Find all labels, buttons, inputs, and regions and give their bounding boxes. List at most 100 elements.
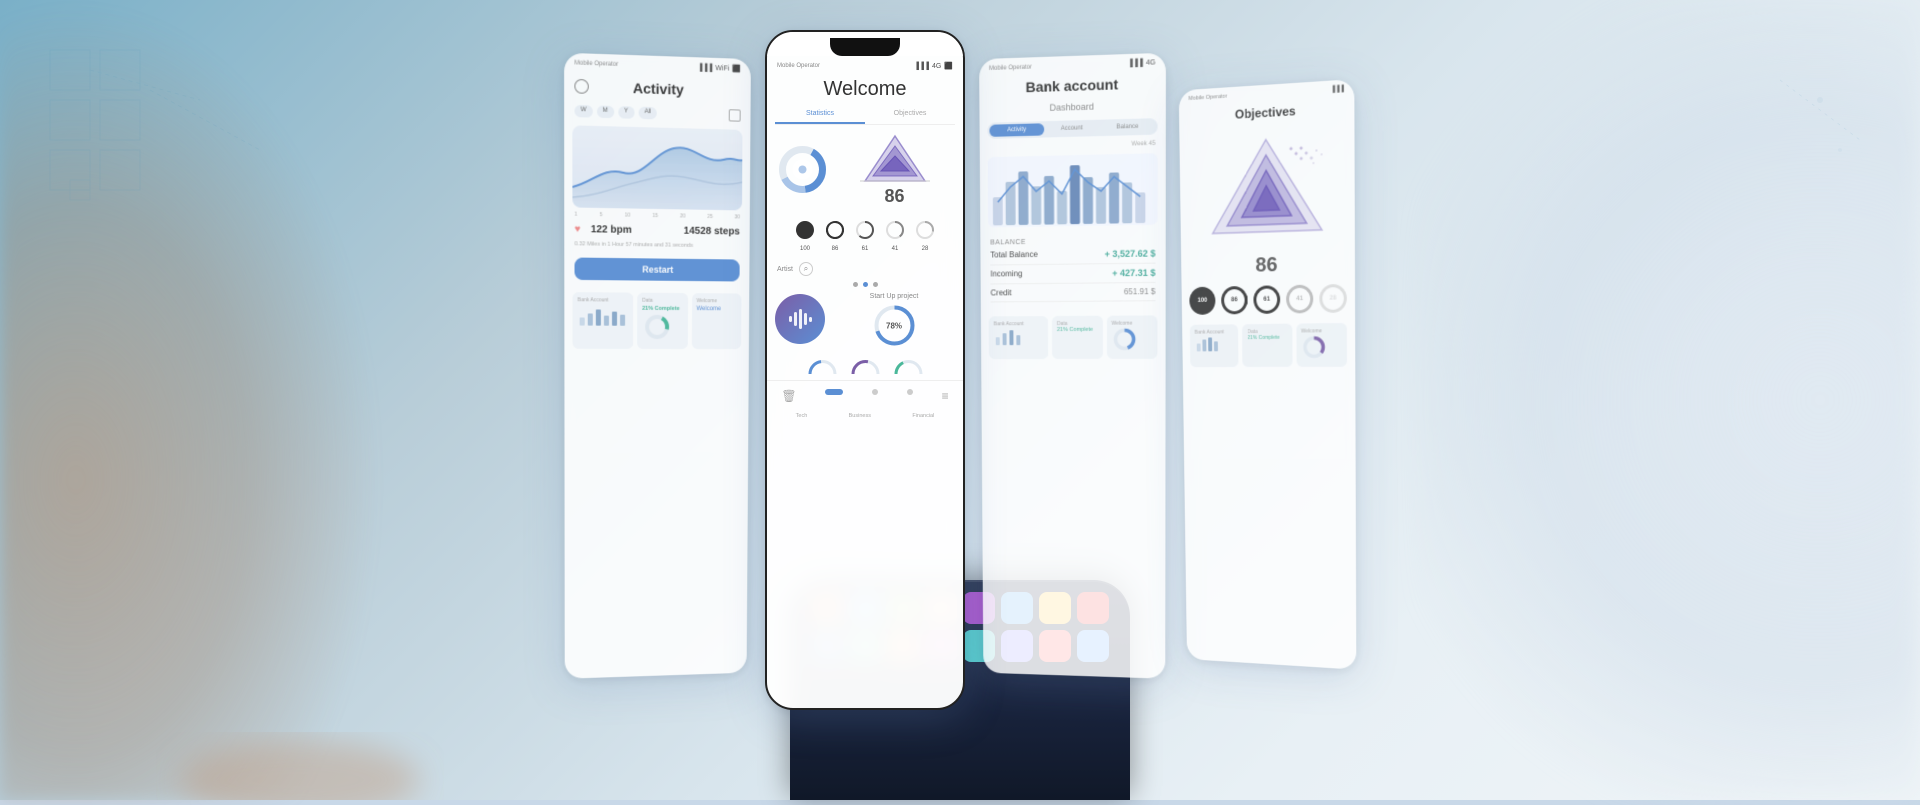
metric-86-label: 86: [824, 246, 846, 252]
metric-100: 100: [794, 219, 816, 252]
restart-button[interactable]: Restart: [575, 258, 740, 282]
nav-dot-active: [825, 389, 843, 395]
credit-value: 651.91 $: [1124, 287, 1156, 296]
welcome-battery: ⬛: [944, 62, 953, 70]
activity-filter-row: W M Y All: [564, 100, 750, 126]
obj-mini-data: Data 21% Complete: [1242, 324, 1292, 368]
mini-bank-label: Bank Account: [578, 297, 629, 303]
welcome-wifi: 4G: [932, 63, 941, 70]
filter-settings: [729, 109, 741, 121]
metric-100-label: 100: [794, 246, 816, 252]
gauge-row: [767, 352, 963, 380]
obj-circle-28: 28: [1319, 284, 1347, 313]
dot-2-active: [863, 282, 868, 287]
screen-objectives: Mobile Operator ▐▐▐ Objectives: [1179, 79, 1357, 670]
incoming-label: Incoming: [990, 269, 1022, 279]
three-dots: [767, 280, 963, 289]
filter-pill-2[interactable]: M: [597, 105, 614, 118]
activity-operator: Mobile Operator: [574, 60, 618, 68]
obj-circle-86: 86: [1221, 286, 1248, 315]
welcome-operator: Mobile Operator: [777, 63, 820, 69]
bank-bar-chart: [988, 153, 1158, 227]
screen-welcome: Mobile Operator ▐▐▐ 4G ⬛ Welcome Statist…: [765, 30, 965, 710]
activity-title: Activity: [595, 79, 721, 99]
obj-triangle-container: [1179, 121, 1355, 252]
metric-28-label: 28: [914, 246, 936, 252]
metric-41: 41: [884, 219, 906, 252]
activity-metrics: ♥ 122 bpm 14528 steps: [564, 218, 750, 244]
obj-circle-61: 61: [1253, 285, 1280, 314]
nav-label-tech: Tech: [796, 413, 808, 419]
welcome-status-bar: Mobile Operator ▐▐▐ 4G ⬛: [767, 56, 963, 74]
metric-61-label: 61: [854, 246, 876, 252]
startup-progress-container: 78%: [872, 303, 917, 348]
filter-pill-all[interactable]: All: [638, 107, 657, 120]
axis-3: 10: [625, 212, 631, 218]
axis-4: 15: [652, 213, 658, 219]
bank-mini-chart: [994, 327, 1043, 345]
mini-welcome-text: Welcome: [696, 306, 736, 312]
main-scene: Mobile Operator ▐▐▐ WiFi ⬛ Activity W M …: [0, 0, 1920, 800]
obj-value: 86: [1181, 252, 1355, 280]
axis-7: 30: [734, 214, 740, 220]
circle-86-ring: [824, 219, 846, 241]
obj-triangle: [1201, 131, 1332, 239]
bank-tab-balance[interactable]: Balance: [1100, 120, 1156, 134]
steps-value: 14528 steps: [684, 226, 740, 238]
filter-pill-3[interactable]: Y: [618, 106, 634, 119]
obj-status-icons: ▐▐▐: [1331, 86, 1344, 93]
bank-tab-activity[interactable]: Activity: [989, 123, 1044, 137]
circle-41-ring: [884, 219, 906, 241]
obj-mini-donut: [1301, 334, 1326, 360]
phone-notch: [830, 38, 900, 56]
axis-6: 25: [707, 214, 713, 220]
nav-labels-row: Tech Business Financial: [767, 411, 963, 425]
nav-label-financial: Financial: [912, 413, 934, 419]
mini-donut: [642, 312, 672, 342]
nav-item-trash[interactable]: 🗑: [781, 389, 796, 403]
triangle-chart: [860, 131, 930, 186]
floating-screens-container: Mobile Operator ▐▐▐ WiFi ⬛ Activity W M …: [510, 30, 1410, 710]
tab-objectives[interactable]: Objectives: [865, 105, 955, 124]
bank-status-icons: ▐▐▐ 4G: [1128, 59, 1156, 67]
gauge-1: [805, 356, 840, 376]
metric-86: 86: [824, 219, 846, 252]
soundwave-circle: [775, 294, 825, 344]
signal-icon: ▐▐▐: [697, 64, 712, 72]
obj-pct-label: 21% Complete: [1247, 335, 1287, 341]
bpm-container: 122 bpm: [591, 224, 632, 236]
bank-wifi: 4G: [1146, 59, 1156, 67]
incoming-row: Incoming + 427.31 $: [990, 264, 1155, 285]
startup-section: Start Up project 78%: [833, 293, 955, 348]
mini-cards-row: Bank Account Data 21% Complete: [564, 286, 749, 355]
welcome-tabs: Statistics Objectives: [775, 105, 955, 125]
stats-note: 0.32 Miles in 1 Hour 57 minutes and 31 s…: [564, 241, 749, 254]
filter-pill-1[interactable]: W: [574, 105, 592, 118]
bank-mini-donut: [1111, 327, 1136, 352]
bank-operator: Mobile Operator: [989, 64, 1032, 72]
obj-mini-chart: [1195, 335, 1234, 351]
artist-label: Artist: [777, 266, 793, 273]
obj-mini-bank: Bank Account: [1190, 324, 1239, 367]
tab-statistics[interactable]: Statistics: [775, 105, 865, 124]
bank-mini-card-bank: Bank Account: [989, 316, 1048, 359]
dot-3: [873, 282, 878, 287]
settings-icon[interactable]: [729, 109, 741, 121]
obj-mini-cards: Bank Account Data 21% Complete Welcome: [1182, 317, 1355, 374]
bank-tab-account[interactable]: Account: [1044, 122, 1099, 136]
nav-item-more[interactable]: ≡: [942, 389, 949, 403]
obj-circle-100: 100: [1189, 287, 1215, 315]
bank-mini-card-data: Data 21% Complete: [1052, 316, 1103, 359]
activity-chart: [572, 125, 742, 210]
incoming-value: + 427.31 $: [1112, 268, 1155, 279]
welcome-status-icons: ▐▐▐ 4G ⬛: [914, 62, 953, 70]
obj-signal: ▐▐▐: [1331, 86, 1344, 93]
search-icon[interactable]: ⌕: [799, 262, 813, 276]
mini-bar-chart: [578, 305, 629, 326]
axis-1: 1: [574, 212, 577, 218]
circle-28-ring: [914, 219, 936, 241]
bank-signal: ▐▐▐: [1128, 60, 1143, 68]
axis-2: 5: [600, 212, 603, 218]
nav-dot-2: [872, 389, 878, 395]
total-balance-value: + 3,527.62 $: [1104, 248, 1155, 259]
